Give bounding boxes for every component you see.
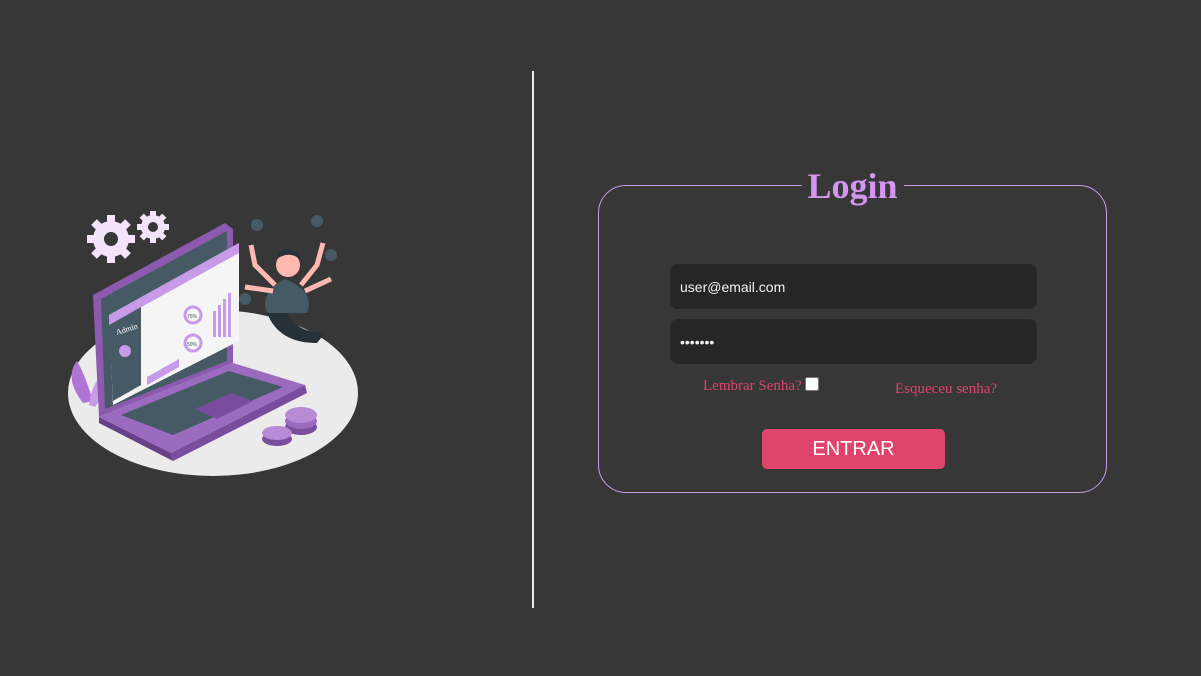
dollar-icon — [325, 249, 337, 261]
remember-password: Lembrar Senha? — [703, 376, 819, 395]
dollar-icon — [239, 293, 251, 305]
login-submit-button[interactable]: ENTRAR — [762, 429, 945, 469]
settings-icon — [311, 215, 323, 227]
login-form: Login Lembrar Senha? Esqueceu senha? ENT… — [598, 165, 1107, 493]
email-input[interactable] — [670, 264, 1037, 309]
password-input[interactable] — [670, 319, 1037, 364]
gear-icon — [87, 215, 135, 263]
remember-password-checkbox[interactable] — [804, 376, 819, 391]
svg-text:75%: 75% — [187, 314, 198, 320]
login-title: Login — [801, 165, 904, 207]
forgot-password-link[interactable]: Esqueceu senha? — [895, 381, 997, 398]
remember-password-label: Lembrar Senha? — [703, 378, 802, 394]
vertical-divider — [532, 71, 534, 608]
svg-text:50%: 50% — [187, 342, 198, 348]
pen-icon — [251, 219, 263, 231]
gear-icon — [137, 211, 169, 243]
admin-illustration: Admin 75% 50% — [55, 195, 375, 495]
